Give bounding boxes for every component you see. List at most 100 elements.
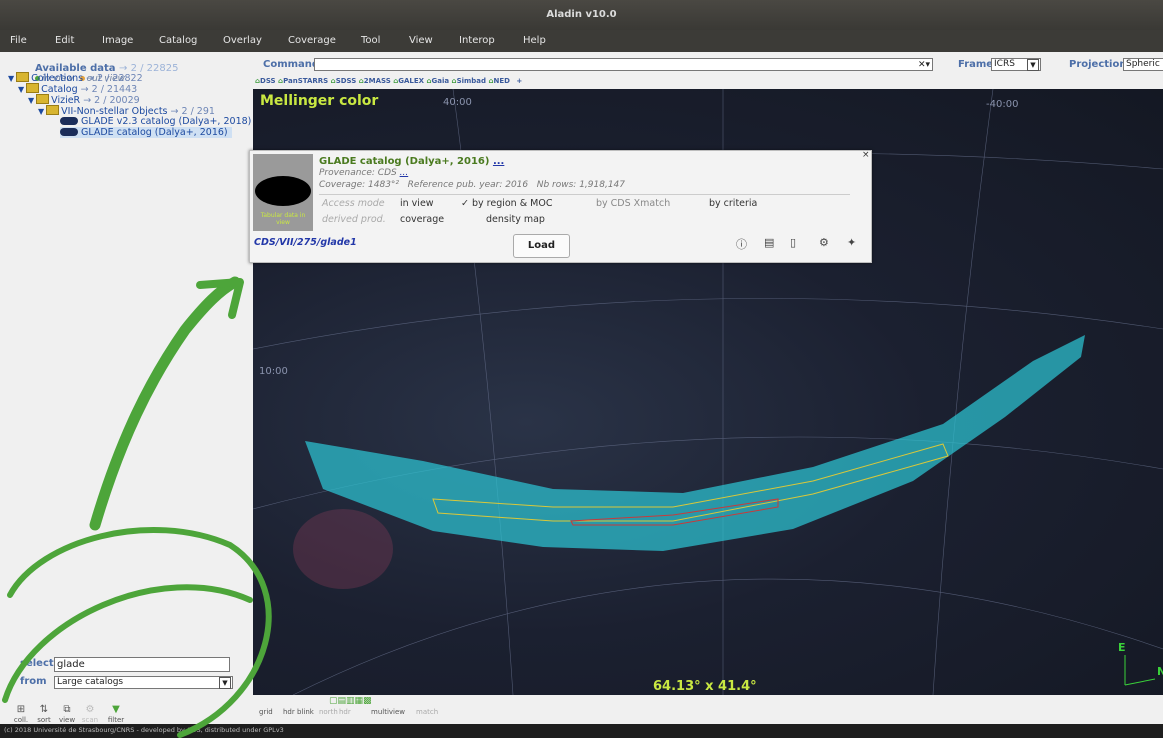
thumbnail-caption: Tabular data in view — [260, 212, 306, 226]
derived-coverage[interactable]: coverage — [400, 214, 444, 225]
cds-logo-icon — [60, 128, 78, 136]
clear-dropdown-icon[interactable]: ✕▾ — [918, 59, 930, 72]
menu-tool[interactable]: Tool — [361, 35, 380, 46]
sort-button[interactable]: sort — [33, 716, 55, 724]
field-of-view-label: 64.13° x 41.4° — [653, 679, 757, 694]
shortcut-panstarrs[interactable]: PanSTARRS — [283, 77, 328, 85]
derived-density-map[interactable]: density map — [486, 214, 545, 225]
grid-label: 10:00 — [259, 366, 288, 377]
menu-overlay[interactable]: Overlay — [223, 35, 262, 46]
access-in-view[interactable]: in view — [400, 198, 434, 209]
popup-title: GLADE catalog (Dalya+, 2016) ... — [319, 156, 505, 167]
frame-label: Frame — [958, 59, 994, 70]
title-more-link[interactable]: ... — [493, 156, 504, 167]
view-toolbar: grid hdr blink north hdr multiview match… — [253, 695, 1163, 724]
command-bar: Command ✕▾ Frame ICRS ▼ Projection Spher… — [253, 52, 1163, 89]
data-tree-panel: Available data → 2 / 22825 in view out v… — [0, 52, 253, 724]
menu-edit[interactable]: Edit — [55, 35, 74, 46]
copyright-text: (c) 2018 Université de Strasbourg/CNRS -… — [4, 726, 284, 734]
access-mode-label: Access mode — [322, 198, 385, 209]
folder-icon — [16, 72, 30, 82]
chevron-down-icon[interactable]: ▼ — [219, 677, 231, 689]
settings-icon[interactable]: ⚙ — [819, 236, 829, 249]
load-button[interactable]: Load — [513, 234, 570, 258]
shortcut-2mass[interactable]: 2MASS — [364, 77, 391, 85]
filter-button[interactable]: filter — [105, 716, 127, 724]
expand-icon[interactable]: ▼ — [8, 74, 14, 83]
nebula-glow — [293, 509, 393, 589]
view-button[interactable]: view — [56, 716, 78, 724]
access-by-xmatch[interactable]: by CDS Xmatch — [596, 198, 670, 209]
blink-button[interactable]: blink — [297, 708, 314, 716]
scan-icon[interactable]: ⚙ — [79, 704, 101, 715]
frame-dropdown[interactable]: ICRS ▼ — [991, 58, 1041, 71]
coverage-moc-region — [305, 335, 1085, 551]
access-by-region[interactable]: ✓ by region & MOC — [461, 198, 552, 209]
hdr-button[interactable]: hdr — [283, 708, 295, 716]
scan-button[interactable]: scan — [79, 716, 101, 724]
view-icon[interactable]: ⧉ — [56, 704, 78, 715]
info-icon[interactable]: ⓘ — [736, 236, 747, 252]
shortcut-galex[interactable]: GALEX — [398, 77, 424, 85]
command-input[interactable]: ✕▾ — [314, 58, 933, 71]
menu-view[interactable]: View — [409, 35, 433, 46]
collection-info-popup: × Tabular data in view GLADE catalog (Da… — [249, 150, 872, 263]
menu-image[interactable]: Image — [102, 35, 133, 46]
projection-dropdown[interactable]: Spheric — [1123, 58, 1163, 71]
expand-icon[interactable]: ▼ — [18, 85, 24, 94]
grid-label: 40:00 — [443, 97, 472, 108]
bookmark-icon[interactable]: ▯ — [790, 236, 796, 249]
shortcut-sdss[interactable]: SDSS — [336, 77, 357, 85]
command-label: Command — [263, 59, 320, 70]
grid-button[interactable]: grid — [259, 708, 273, 716]
menu-bar: File Edit Image Catalog Overlay Coverage… — [0, 30, 1163, 52]
window-title: Aladin v10.0 — [546, 9, 617, 20]
coll-button[interactable]: coll. — [10, 716, 32, 724]
expand-icon[interactable]: ▼ — [38, 107, 44, 116]
menu-catalog[interactable]: Catalog — [159, 35, 197, 46]
cds-logo-icon — [60, 117, 78, 125]
document-icon[interactable]: ▤ — [764, 236, 774, 249]
shortcut-ned[interactable]: NED — [494, 77, 510, 85]
tree-leaf-glade-v23[interactable]: GLADE v2.3 catalog (Dalya+, 2018) — [60, 116, 251, 127]
expand-icon[interactable]: ▼ — [28, 96, 34, 105]
title-bar: Aladin v10.0 — [0, 0, 1163, 30]
pin-icon[interactable]: ✦ — [847, 236, 856, 249]
provenance-more-link[interactable]: ... — [400, 168, 409, 178]
survey-shortcuts: ⌂DSS ⌂PanSTARRS ⌂SDSS ⌂2MASS ⌂GALEX ⌂Gai… — [255, 77, 523, 85]
provenance-line: Provenance: CDS ... — [319, 168, 409, 178]
shortcut-simbad[interactable]: Simbad — [457, 77, 486, 85]
catalog-id: CDS/VII/275/glade1 — [254, 237, 357, 248]
shortcut-gaia[interactable]: Gaia — [432, 77, 450, 85]
compass — [1124, 655, 1156, 686]
shortcut-dss[interactable]: DSS — [260, 77, 276, 85]
coverage-line: Coverage: 1483°² Reference pub. year: 20… — [319, 180, 625, 190]
match-button[interactable]: match — [416, 708, 438, 716]
sort-icon[interactable]: ⇅ — [33, 704, 55, 715]
multiview-button[interactable]: multiview — [371, 708, 405, 716]
menu-help[interactable]: Help — [523, 35, 546, 46]
add-shortcut-button[interactable]: + — [516, 77, 522, 85]
catalog-thumbnail: Tabular data in view — [253, 154, 313, 231]
menu-file[interactable]: File — [10, 35, 27, 46]
chevron-down-icon[interactable]: ▼ — [1027, 59, 1039, 71]
folder-icon — [36, 94, 50, 104]
select-label: select — [20, 658, 54, 669]
filter-icon[interactable]: ▼ — [105, 704, 127, 715]
close-icon[interactable]: × — [862, 150, 870, 160]
access-by-criteria[interactable]: by criteria — [709, 198, 757, 209]
compass-e-label: E — [1118, 641, 1126, 654]
collapse-icon[interactable]: ⊞ — [10, 704, 32, 715]
select-filter-input[interactable]: glade — [54, 657, 230, 672]
menu-interop[interactable]: Interop — [459, 35, 495, 46]
derived-prod-label: derived prod. — [322, 214, 386, 225]
multiview-icon[interactable]: ▢▤▥▦▩ — [329, 696, 372, 706]
divider — [319, 194, 850, 195]
from-label: from — [20, 676, 47, 687]
survey-label: Mellinger color — [260, 93, 379, 109]
tree-leaf-glade-2016[interactable]: GLADE catalog (Dalya+, 2016) — [60, 127, 232, 138]
hdr2-button[interactable]: hdr — [339, 708, 351, 716]
north-button[interactable]: north — [319, 708, 338, 716]
menu-coverage[interactable]: Coverage — [288, 35, 336, 46]
from-dropdown[interactable]: Large catalogs ▼ — [54, 676, 233, 689]
